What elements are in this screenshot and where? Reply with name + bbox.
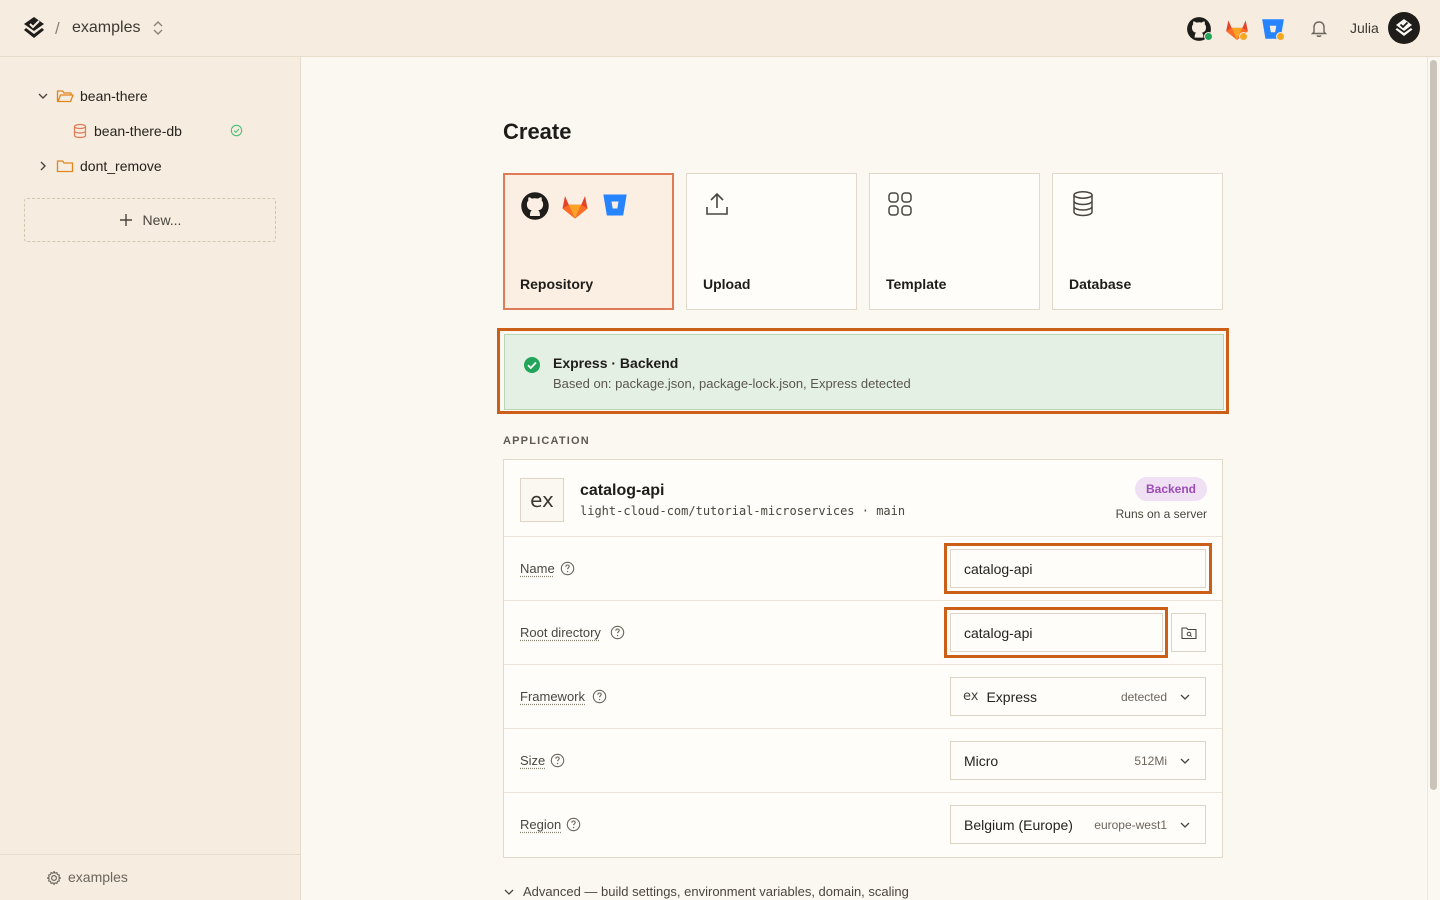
sidebar: bean-there bean-there-db dont_remove New… xyxy=(0,57,301,900)
sidebar-footer: examples xyxy=(0,854,300,900)
chevron-right-icon[interactable] xyxy=(36,159,50,173)
source-card-database[interactable]: Database xyxy=(1052,173,1223,310)
chevron-down-icon xyxy=(504,889,514,895)
help-icon[interactable] xyxy=(566,817,581,832)
tree-item-label: bean-there-db xyxy=(94,123,182,139)
new-button[interactable]: New... xyxy=(24,198,276,242)
database-icon xyxy=(73,123,87,139)
avatar-logo-icon xyxy=(1395,19,1413,36)
chevron-down-icon[interactable] xyxy=(36,89,50,103)
chevron-down-icon xyxy=(1180,822,1190,828)
status-ok-icon xyxy=(230,124,243,137)
framework-meta: detected xyxy=(1120,689,1167,704)
advanced-label: Advanced — build settings, environment v… xyxy=(523,884,909,899)
page-title: Create xyxy=(503,119,572,144)
main-content: Create Repository Upload Template Databa… xyxy=(301,57,1427,900)
root-directory-value: catalog-api xyxy=(964,624,1033,641)
notifications-bell-icon[interactable] xyxy=(1309,18,1329,38)
scrollbar-thumb[interactable] xyxy=(1430,60,1437,790)
project-switcher[interactable]: examples xyxy=(72,19,140,37)
detection-banner: Express · Backend Based on: package.json… xyxy=(504,334,1224,410)
root-directory-label: Root directory xyxy=(520,625,601,640)
gitlab-icon xyxy=(562,196,588,219)
help-icon[interactable] xyxy=(550,753,565,768)
express-icon: ex xyxy=(963,689,979,704)
tree-item-bean-there[interactable]: bean-there xyxy=(36,82,148,110)
status-badge: Backend xyxy=(1135,477,1207,501)
avatar[interactable] xyxy=(1388,12,1420,44)
region-meta: europe-west1 xyxy=(1094,817,1167,832)
app-name: catalog-api xyxy=(580,482,665,499)
app-logo-icon[interactable] xyxy=(22,16,46,40)
chevron-up-down-icon[interactable] xyxy=(151,19,165,37)
framework-value: Express xyxy=(986,688,1038,705)
check-circle-icon xyxy=(524,357,540,373)
name-label: Name xyxy=(520,561,555,576)
framework-label: Framework xyxy=(520,689,586,704)
form-row-name: Name catalog-api xyxy=(504,537,1222,601)
size-label: Size xyxy=(520,753,546,768)
section-label: APPLICATION xyxy=(503,435,590,447)
app-repo: light-cloud-com/tutorial-microservices ·… xyxy=(580,504,906,518)
application-header: ex catalog-api light-cloud-com/tutorial-… xyxy=(504,460,1222,537)
detection-title: Express · Backend xyxy=(553,355,679,371)
top-bar: / examples Julia xyxy=(0,0,1440,57)
region-label: Region xyxy=(520,817,562,832)
framework-select[interactable]: ex Express detected xyxy=(950,677,1206,716)
runtime-description: Runs on a server xyxy=(1115,507,1207,521)
source-card-label: Template xyxy=(886,276,947,292)
name-input[interactable]: catalog-api xyxy=(950,549,1206,588)
name-input-value: catalog-api xyxy=(964,560,1033,577)
folder-icon xyxy=(56,160,74,173)
advanced-toggle[interactable]: Advanced — build settings, environment v… xyxy=(503,884,909,899)
gear-icon[interactable] xyxy=(46,870,62,886)
form-row-framework: Framework ex Express detected xyxy=(504,665,1222,729)
size-value: Micro xyxy=(964,752,999,769)
source-card-label: Repository xyxy=(520,276,594,292)
form-row-root-directory: Root directory catalog-api xyxy=(504,601,1222,665)
source-card-label: Database xyxy=(1069,276,1132,292)
chevron-down-icon xyxy=(1180,694,1190,700)
upload-icon xyxy=(706,192,728,215)
gitlab-status-dot xyxy=(1239,32,1248,41)
region-value: Belgium (Europe) xyxy=(964,816,1073,833)
root-directory-input[interactable]: catalog-api xyxy=(950,613,1163,652)
detection-subtitle: Based on: package.json, package-lock.jso… xyxy=(553,376,911,391)
express-logo-icon: ex xyxy=(520,478,564,522)
bitbucket-status-dot xyxy=(1276,32,1285,41)
tree-item-label: dont_remove xyxy=(80,158,162,174)
tree-item-label: bean-there xyxy=(80,88,148,104)
source-card-repository[interactable]: Repository xyxy=(503,173,674,310)
source-card-upload[interactable]: Upload xyxy=(686,173,857,310)
new-button-label: New... xyxy=(142,212,182,228)
tree-item-dont-remove[interactable]: dont_remove xyxy=(36,152,162,180)
database-icon xyxy=(1073,191,1093,217)
help-icon[interactable] xyxy=(610,625,625,640)
breadcrumb-separator: / xyxy=(55,19,60,38)
plus-icon xyxy=(119,214,132,226)
tree-item-bean-there-db[interactable]: bean-there-db xyxy=(72,117,252,145)
template-grid-icon xyxy=(888,192,912,216)
source-card-label: Upload xyxy=(703,276,751,292)
github-icon xyxy=(521,192,549,220)
form-row-size: Size Micro 512Mi xyxy=(504,729,1222,793)
help-icon[interactable] xyxy=(560,561,575,576)
user-name[interactable]: Julia xyxy=(1350,20,1379,36)
source-card-template[interactable]: Template xyxy=(869,173,1040,310)
application-panel: ex catalog-api light-cloud-com/tutorial-… xyxy=(503,459,1223,858)
form-row-region: Region Belgium (Europe) europe-west1 xyxy=(504,793,1222,857)
region-select[interactable]: Belgium (Europe) europe-west1 xyxy=(950,805,1206,844)
folder-search-icon xyxy=(1180,626,1197,639)
help-icon[interactable] xyxy=(592,689,607,704)
github-status-dot xyxy=(1204,32,1213,41)
chevron-down-icon xyxy=(1180,758,1190,764)
size-meta: 512Mi xyxy=(1134,753,1167,768)
browse-folder-button[interactable] xyxy=(1171,613,1206,652)
settings-link[interactable]: examples xyxy=(68,869,128,885)
size-select[interactable]: Micro 512Mi xyxy=(950,741,1206,780)
folder-open-icon xyxy=(56,90,74,103)
bitbucket-icon xyxy=(603,194,627,216)
